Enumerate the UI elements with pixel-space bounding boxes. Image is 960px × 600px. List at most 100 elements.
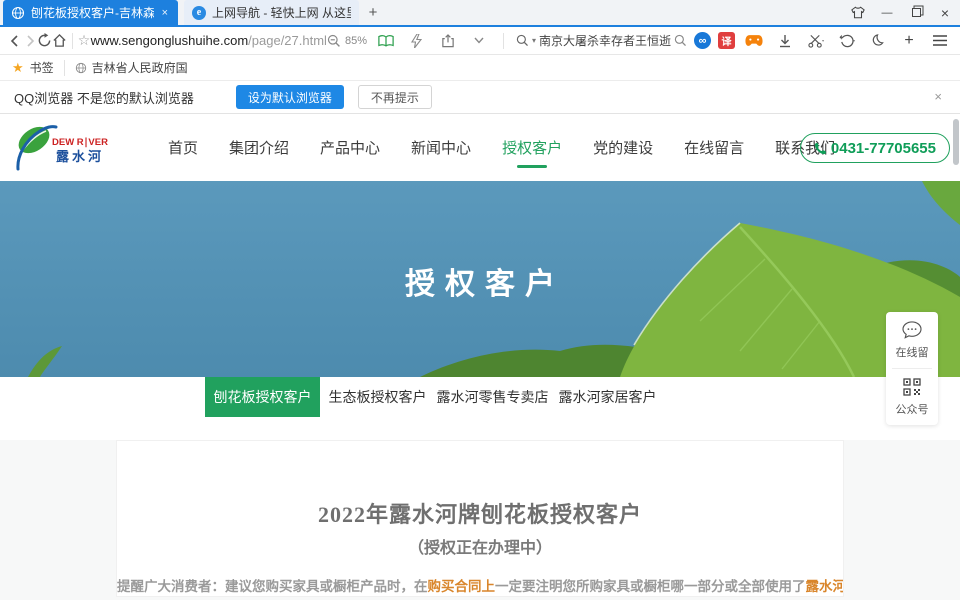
hero-banner: 授权客户 <box>0 181 960 377</box>
search-engine-caret-icon[interactable]: ▾ <box>532 36 536 45</box>
svg-text:露水河: 露水河 <box>56 149 104 164</box>
refresh-button[interactable] <box>37 30 52 52</box>
scrollbar-thumb[interactable] <box>953 119 959 165</box>
toolbar-expand-chevron-icon[interactable] <box>467 30 491 52</box>
hero-title: 授权客户 <box>0 259 960 303</box>
site-header: DEW R∣VER 露水河 首页 集团介绍 产品中心 新闻中心 授权客户 党的建… <box>0 114 960 181</box>
bookmarks-divider <box>64 60 65 76</box>
globe-icon <box>75 62 87 74</box>
nav-home[interactable]: 首页 <box>168 114 198 181</box>
bookmarks-label[interactable]: 书签 <box>30 59 54 76</box>
qq-collect-icon[interactable]: ∞ <box>694 32 711 49</box>
game-center-icon[interactable] <box>742 30 766 52</box>
night-mode-moon-icon[interactable] <box>866 30 890 52</box>
bookmarks-bar: ★ 书签 吉林省人民政府国 <box>0 55 960 81</box>
screenshot-scissors-icon[interactable] <box>804 30 828 52</box>
site-logo[interactable]: DEW R∣VER 露水河 <box>10 121 118 180</box>
home-button[interactable] <box>52 30 67 52</box>
svg-text:DEW R∣VER: DEW R∣VER <box>52 137 108 148</box>
client-category-tabs: 刨花板授权客户 生态板授权客户 露水河零售专卖店 露水河家居客户 <box>0 377 960 417</box>
notification-close-icon[interactable]: × <box>934 89 942 104</box>
share-icon[interactable] <box>436 30 460 52</box>
article-heading: 2022年露水河牌刨花板授权客户 <box>117 497 843 529</box>
flash-plugin-icon[interactable] <box>405 30 429 52</box>
restore-icon <box>912 8 921 17</box>
notice-text: 提醒广大消费者：建议您购买家具或橱柜产品时，在 <box>117 579 428 594</box>
toolbar-divider <box>503 33 504 49</box>
nav-site-icon: e <box>192 6 206 20</box>
tab-home-furnishing-clients[interactable]: 露水河家居客户 <box>550 377 665 417</box>
phone-number: 0431-77705655 <box>831 140 936 157</box>
notification-message: QQ浏览器 不是您的默认浏览器 <box>14 88 194 107</box>
official-account-label: 公众号 <box>896 401 929 417</box>
bookmark-item[interactable]: 吉林省人民政府国 <box>75 59 188 76</box>
window-controls: — × <box>847 0 956 25</box>
article-card: 2022年露水河牌刨花板授权客户 （授权正在办理中） 提醒广大消费者：建议您购买… <box>116 440 844 597</box>
official-account-widget[interactable]: 公众号 <box>886 369 938 425</box>
main-navigation: 首页 集团介绍 产品中心 新闻中心 授权客户 党的建设 在线留言 联系我们 <box>168 114 835 181</box>
forward-button[interactable] <box>22 30 36 52</box>
chat-bubble-icon <box>902 321 922 339</box>
toolbar-right-group: 85% ▾ 南京大屠杀幸存者王恒逝世 ∞ 译 <box>327 30 952 52</box>
search-go-icon[interactable] <box>674 34 687 47</box>
page-content: 2022年露水河牌刨花板授权客户 （授权正在办理中） 提醒广大消费者：建议您购买… <box>0 440 960 600</box>
toolbar-divider <box>72 33 73 49</box>
tab-current[interactable]: 刨花板授权客户-吉林森工远东林业 × <box>3 0 178 25</box>
tab-strip: 刨花板授权客户-吉林森工远东林业 × e 上网导航 - 轻快上网 从这里开始 +… <box>0 0 960 25</box>
tab-title: 刨花板授权客户-吉林森工远东林业 <box>31 4 154 21</box>
nav-online-message[interactable]: 在线留言 <box>684 114 744 181</box>
search-box[interactable]: ▾ 南京大屠杀幸存者王恒逝世 <box>516 32 687 49</box>
tab-eco-board-clients[interactable]: 生态板授权客户 <box>320 377 435 417</box>
search-engine-icon <box>516 34 529 47</box>
phone-icon <box>814 142 827 155</box>
download-icon[interactable] <box>773 30 797 52</box>
bookmarks-star-icon: ★ <box>12 60 24 76</box>
browser-window: 刨花板授权客户-吉林森工远东林业 × e 上网导航 - 轻快上网 从这里开始 +… <box>0 0 960 600</box>
reader-mode-icon[interactable] <box>374 30 398 52</box>
online-message-widget[interactable]: 在线留 <box>886 312 938 368</box>
nav-authorized-clients[interactable]: 授权客户 <box>502 114 562 181</box>
zoom-level-button[interactable]: 85% <box>327 30 367 52</box>
search-hotword[interactable]: 南京大屠杀幸存者王恒逝世 <box>539 32 671 49</box>
nav-about[interactable]: 集团介绍 <box>229 114 289 181</box>
notice-text: 一定要注明您所购家具或橱柜哪一部分或全部使用了 <box>495 579 806 594</box>
address-bar[interactable]: www.sengonglushuihe.com/page/27.html <box>91 33 327 48</box>
phone-button[interactable]: 0431-77705655 <box>800 133 950 163</box>
floating-contact-widget: 在线留 公众号 <box>886 312 938 425</box>
dismiss-notification-button[interactable]: 不再提示 <box>358 85 432 109</box>
consumer-notice: 提醒广大消费者：建议您购买家具或橱柜产品时，在购买合同上一定要注明您所购家具或橱… <box>117 575 843 595</box>
set-default-browser-button[interactable]: 设为默认浏览器 <box>236 85 344 109</box>
theme-skin-icon[interactable] <box>847 3 869 23</box>
bookmark-item-label: 吉林省人民政府国 <box>92 59 188 76</box>
menu-icon[interactable] <box>928 30 952 52</box>
minimize-button[interactable]: — <box>876 3 898 23</box>
online-message-label: 在线留 <box>896 344 929 360</box>
new-tab-button[interactable]: + <box>359 0 387 25</box>
tab-navigation-page[interactable]: e 上网导航 - 轻快上网 从这里开始 <box>184 0 359 25</box>
history-undo-icon[interactable] <box>835 30 859 52</box>
tab-title: 上网导航 - 轻快上网 从这里开始 <box>212 4 351 21</box>
notice-highlight-contract: 购买合同上 <box>428 579 496 594</box>
tab-particle-board-clients[interactable]: 刨花板授权客户 <box>205 377 320 417</box>
nav-party-building[interactable]: 党的建设 <box>593 114 653 181</box>
tab-close-icon[interactable]: × <box>160 7 170 19</box>
url-path: /page/27.html <box>248 33 327 48</box>
article-subheading: （授权正在办理中） <box>117 534 843 558</box>
qr-code-icon <box>903 378 921 396</box>
restore-button[interactable] <box>905 3 927 23</box>
notice-highlight-brand[interactable]: 露水河牌 <box>806 579 845 594</box>
globe-icon <box>11 6 25 20</box>
default-browser-notification: QQ浏览器 不是您的默认浏览器 设为默认浏览器 不再提示 × <box>0 81 960 114</box>
back-button[interactable] <box>8 30 22 52</box>
nav-products[interactable]: 产品中心 <box>320 114 380 181</box>
close-window-button[interactable]: × <box>934 3 956 23</box>
nav-news[interactable]: 新闻中心 <box>411 114 471 181</box>
bookmark-star-icon[interactable]: ☆ <box>77 30 90 52</box>
add-app-button[interactable]: + <box>897 30 921 52</box>
tab-retail-stores[interactable]: 露水河零售专卖店 <box>435 377 550 417</box>
dew-river-logo-icon: DEW R∣VER 露水河 <box>10 121 118 175</box>
translate-icon[interactable]: 译 <box>718 32 735 49</box>
url-host: www.sengonglushuihe.com <box>91 33 249 48</box>
zoom-level-value: 85% <box>345 35 367 47</box>
browser-toolbar: ☆ www.sengonglushuihe.com/page/27.html 8… <box>0 27 960 55</box>
